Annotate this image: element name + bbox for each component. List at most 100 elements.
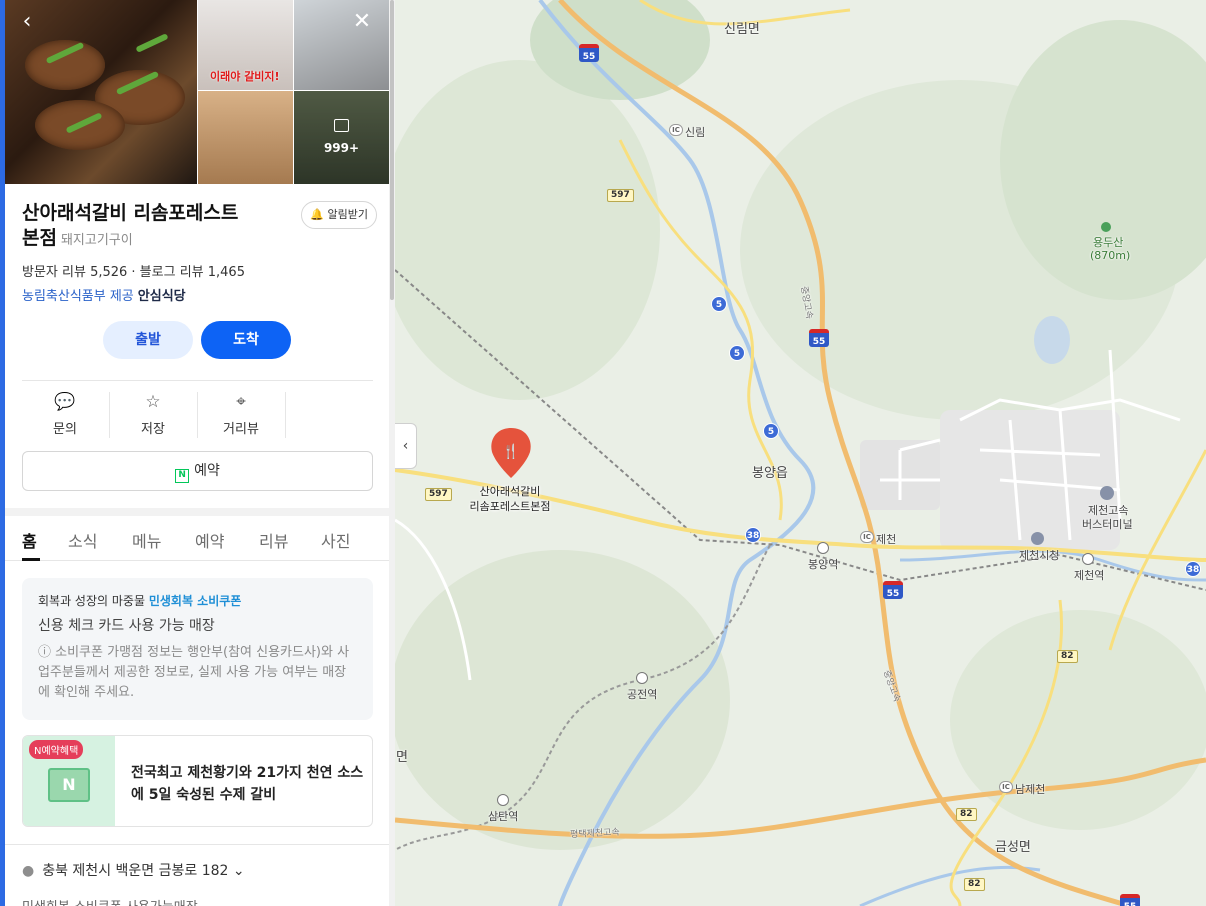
save-action[interactable]: ☆ 저장 [109, 392, 197, 437]
promo-image: N예약혜택 N [23, 736, 115, 826]
route-shield-597: 597 [425, 488, 452, 501]
scrollbar-thumb[interactable] [390, 0, 394, 300]
tab-menu[interactable]: 메뉴 [132, 528, 161, 552]
certification[interactable]: 농림축산식품부 제공 안심식당 [22, 285, 186, 304]
route-shield-5: 5 [763, 423, 779, 439]
place-name-line2-row: 본점 돼지고기구이 [22, 226, 377, 253]
route-shield-55: 55 [1120, 894, 1140, 906]
bus-terminal-icon [1100, 486, 1114, 500]
chat-icon: 💬 [54, 392, 76, 412]
bell-icon: 🔔 [310, 208, 325, 221]
map-label-sinrim-myeon: 신림면 [724, 22, 760, 37]
divider [5, 844, 389, 845]
route-shield-38: 38 [1185, 561, 1201, 577]
save-label: 저장 [141, 422, 165, 437]
ic-badge: IC [999, 781, 1013, 793]
active-tab-indicator [22, 558, 40, 561]
divider [285, 392, 286, 438]
reserve-button[interactable]: N 예약 [22, 451, 373, 491]
chevron-down-icon: ⌄ [232, 863, 245, 879]
photo-overlay-text: 이래야 갈비지! [210, 70, 280, 83]
train-station-icon [817, 542, 829, 554]
coupon-card[interactable]: 회복과 성장의 마중물 민생회복 소비쿠폰 신용 체크 카드 사용 가능 매장 … [22, 578, 373, 720]
photo-count: 999+ [323, 141, 360, 155]
map-label-gongjeon-station: 공전역 [627, 688, 658, 701]
photo-thumb-3[interactable] [198, 91, 293, 184]
review-counts[interactable]: 방문자 리뷰 5,526 · 블로그 리뷰 1,465 [22, 261, 245, 280]
location-pin-icon: ⌖ [236, 392, 246, 412]
place-name-line2: 본점 [22, 227, 57, 249]
map-label-namjecheon: 남제천 [1015, 783, 1046, 796]
tab-bar: 홈 소식 메뉴 예약 리뷰 사진 [5, 516, 389, 561]
image-icon [334, 119, 349, 132]
map-label-myeon-fragment: 면 [396, 750, 408, 765]
collapse-panel-button[interactable]: ‹ [395, 423, 417, 469]
marker-label-line1: 산아래석갈비 [479, 485, 541, 498]
map-label-geumseong-myeon: 금성면 [995, 840, 1031, 855]
map-label-jecheon-station: 제천역 [1074, 569, 1105, 582]
tab-home[interactable]: 홈 [22, 528, 37, 552]
cert-label: 안심식당 [137, 289, 186, 304]
map-label-samtan-station: 삼탄역 [488, 810, 519, 823]
panel-scrollbar[interactable] [389, 0, 395, 906]
photo-thumb-more[interactable]: 999+ [294, 91, 389, 184]
address-text: 충북 제천시 백운면 금봉로 182 [42, 863, 229, 879]
app-root: 🍴 신림면 IC 신림 용두산 (870m) 봉양읍 봉양역 IC 제천 제천고… [0, 0, 1206, 906]
title-block: 산아래석갈비 리솜포레스트 본점 돼지고기구이 🔔 알림받기 [22, 201, 377, 253]
inquiry-action[interactable]: 💬 문의 [21, 392, 109, 437]
street-view-label: 거리뷰 [223, 422, 259, 437]
reserve-label: 예약 [194, 463, 220, 479]
train-station-icon [1082, 553, 1094, 565]
photo-thumb-1[interactable]: 이래야 갈비지! [198, 0, 293, 90]
address-next: 민생회복 소비쿠폰 사용가능매장 [22, 896, 198, 906]
photo-gallery: 이래야 갈비지! 999+ ‹ ✕ [5, 0, 389, 184]
map-label-sinrim-ic: 신림 [685, 126, 706, 139]
tab-news[interactable]: 소식 [68, 528, 97, 552]
address-row[interactable]: ● 충북 제천시 백운면 금봉로 182 ⌄ [22, 860, 245, 880]
map-label-expwy-pyeongtaek: 평택제천고속 [569, 827, 620, 841]
map-label-jecheon-ic: 제천 [876, 533, 897, 546]
place-category: 돼지고기구이 [60, 233, 133, 248]
marker-label-line2: 리솜포레스트본점 [469, 500, 551, 513]
mountain-icon [1101, 222, 1111, 232]
chevron-left-icon: ‹ [402, 438, 409, 454]
coupon-line2: 신용 체크 카드 사용 가능 매장 [38, 618, 215, 634]
calendar-icon: N [48, 768, 90, 802]
route-shield-82: 82 [956, 808, 977, 821]
tab-reserve[interactable]: 예약 [195, 528, 224, 552]
ic-badge: IC [669, 124, 683, 136]
cityhall-icon [1031, 532, 1044, 545]
route-shield-82: 82 [1057, 650, 1078, 663]
arrive-button[interactable]: 도착 [201, 321, 291, 359]
alarm-button[interactable]: 🔔 알림받기 [301, 201, 377, 229]
tab-review[interactable]: 리뷰 [259, 528, 288, 552]
route-shield-5: 5 [711, 296, 727, 312]
inquiry-label: 문의 [53, 422, 77, 437]
depart-button[interactable]: 출발 [103, 321, 193, 359]
place-panel: 이래야 갈비지! 999+ ‹ ✕ 산아래석갈비 리솜포레스트 본점 돼지고기구이… [5, 0, 389, 906]
alarm-label: 알림받기 [327, 208, 368, 221]
svg-text:🍴: 🍴 [502, 443, 519, 460]
naver-calendar-icon: N [175, 469, 190, 483]
promo-text: 전국최고 제천황기와 21가지 천연 소스에 5일 숙성된 수제 갈비 [131, 765, 364, 803]
train-station-icon [497, 794, 509, 806]
map-label-bongyang-eup: 봉양읍 [752, 466, 788, 481]
map-label-terminal-2: 버스터미널 [1082, 518, 1133, 531]
map-label-yongdusan: 용두산 [1093, 236, 1124, 249]
street-view-action[interactable]: ⌖ 거리뷰 [197, 392, 285, 437]
tab-photo[interactable]: 사진 [321, 528, 350, 552]
route-shield-55: 55 [809, 329, 829, 347]
route-shield-38: 38 [745, 527, 761, 543]
promo-card[interactable]: N예약혜택 N 전국최고 제천황기와 21가지 천연 소스에 5일 숙성된 수제… [22, 735, 373, 827]
close-button[interactable]: ✕ [348, 8, 376, 36]
divider [22, 380, 373, 381]
star-icon: ☆ [145, 392, 161, 412]
back-button[interactable]: ‹ [13, 8, 41, 36]
route-shield-55: 55 [883, 581, 903, 599]
coupon-note: ⓘ 소비쿠폰 가맹점 정보는 행안부(참여 신용카드사)와 사업주분들께서 제공… [38, 645, 350, 700]
marker-label[interactable]: 산아래석갈비 리솜포레스트본점 [455, 484, 565, 514]
route-shield-597: 597 [607, 189, 634, 202]
cert-source: 농림축산식품부 제공 [22, 289, 134, 304]
chevron-left-icon: ‹ [22, 9, 32, 34]
location-pin-icon: ● [22, 863, 35, 879]
